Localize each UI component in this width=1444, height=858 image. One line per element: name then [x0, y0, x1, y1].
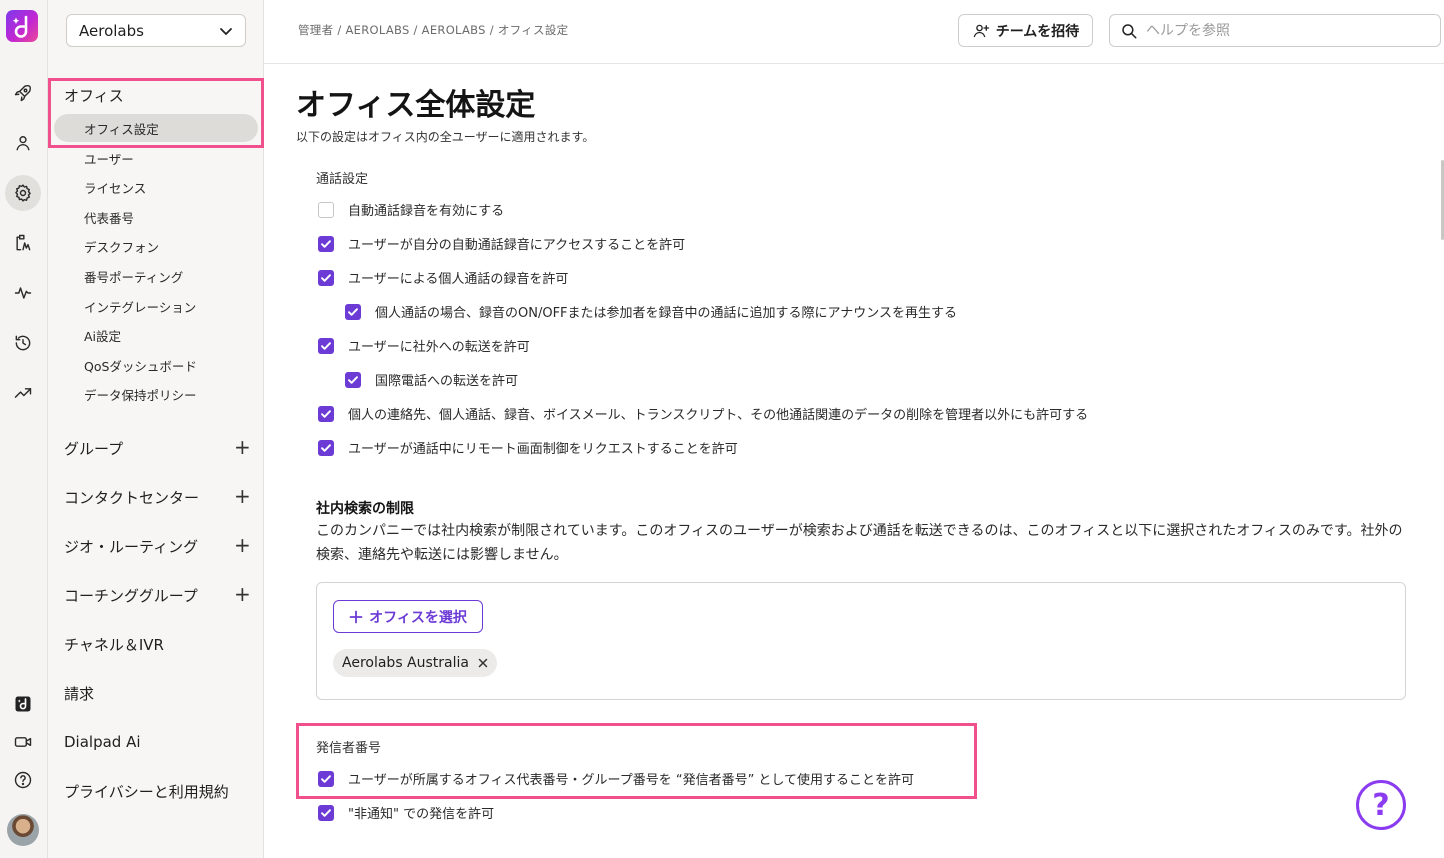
chevron-down-icon [220, 27, 232, 35]
plus-icon[interactable]: + [234, 584, 251, 604]
invite-team-button[interactable]: チームを招待 [958, 14, 1093, 47]
call-settings-label: 通話設定 [316, 172, 369, 187]
setting-remote-screen-control[interactable]: ユーザーが通話中にリモート画面制御をリクエストすることを許可 [318, 438, 738, 457]
invite-team-label: チームを招待 [995, 23, 1080, 40]
select-office-button[interactable]: オフィスを選択 [333, 600, 483, 633]
sidebar-item-contact-centers[interactable]: コンタクトセンター [64, 487, 199, 508]
setting-anonymous-calling[interactable]: "非通知" での発信を許可 [318, 803, 494, 822]
sidebar-item-number-porting[interactable]: 番号ポーティング [84, 267, 183, 286]
checkbox[interactable] [318, 269, 334, 286]
page-title: オフィス全体設定 [296, 88, 536, 123]
help-button[interactable]: ? [1356, 780, 1406, 830]
check-icon [321, 273, 331, 282]
main-content: オフィス全体設定 以下の設定はオフィス内の全ユーザーに適用されます。 通話設定 … [264, 64, 1444, 858]
setting-access-own-recordings[interactable]: ユーザーが自分の自動通話録音にアクセスすることを許可 [318, 234, 685, 253]
search-icon [1122, 23, 1137, 38]
setting-label: ユーザーによる個人通話の録音を許可 [348, 272, 569, 287]
rocket-icon[interactable] [5, 75, 41, 111]
org-select[interactable]: Aerolabs [66, 14, 246, 47]
sidebar-item-channels-ivr[interactable]: チャネル＆IVR [64, 634, 164, 655]
dialpad-ai-icon[interactable] [5, 686, 41, 722]
add-person-icon [973, 24, 989, 37]
check-icon [321, 239, 331, 248]
check-icon [321, 808, 331, 817]
person-icon[interactable] [5, 125, 41, 161]
sidebar-item-ai-settings[interactable]: Ai設定 [84, 326, 121, 345]
checkbox[interactable] [318, 804, 334, 821]
highlight-box [296, 723, 977, 799]
check-icon [348, 307, 358, 316]
sidebar-item-coaching-groups[interactable]: コーチンググループ [64, 585, 198, 606]
office-selection-panel: オフィスを選択 Aerolabs Australia [316, 582, 1406, 700]
checkbox[interactable] [318, 439, 334, 456]
page-subtitle: 以下の設定はオフィス内の全ユーザーに適用されます。 [296, 130, 595, 144]
trend-icon[interactable] [5, 375, 41, 411]
sidebar-item-data-retention[interactable]: データ保持ポリシー [84, 385, 197, 404]
check-icon [321, 341, 331, 350]
gear-icon[interactable] [5, 175, 41, 211]
sidebar-item-desk-phones[interactable]: デスクフォン [84, 237, 159, 256]
setting-label: ユーザーが自分の自動通話録音にアクセスすることを許可 [348, 238, 686, 253]
activity-icon[interactable] [5, 275, 41, 311]
setting-recording-announcement[interactable]: 個人通話の場合、録音のON/OFFまたは参加者を録音中の通話に追加する際にアナウ… [345, 302, 957, 321]
select-office-label: オフィスを選択 [369, 609, 467, 626]
setting-label: "非通知" での発信を許可 [348, 807, 495, 822]
admin-sidebar: Aerolabs オフィス オフィス設定 ユーザー ライセンス 代表番号 デスク… [48, 0, 264, 858]
setting-label: ユーザーに社外への転送を許可 [348, 340, 530, 355]
dialpad-logo-icon[interactable] [6, 10, 38, 42]
breadcrumb[interactable]: 管理者 / AEROLABS / AEROLABS / オフィス設定 [298, 22, 568, 38]
office-chip-label: Aerolabs Australia [342, 655, 469, 671]
checkbox[interactable] [318, 235, 334, 252]
sidebar-item-groups[interactable]: グループ [64, 438, 123, 459]
plus-icon [349, 610, 363, 623]
search-restriction-title: 社内検索の制限 [316, 501, 414, 517]
sidebar-item-users[interactable]: ユーザー [84, 149, 134, 168]
check-icon [348, 375, 358, 384]
sidebar-item-privacy-terms[interactable]: プライバシーと利用規約 [64, 781, 229, 802]
top-header: 管理者 / AEROLABS / AEROLABS / オフィス設定 チームを招… [264, 0, 1444, 64]
setting-label: ユーザーが通話中にリモート画面制御をリクエストすることを許可 [348, 442, 738, 457]
setting-label: 自動通話録音を有効にする [348, 204, 505, 219]
close-icon[interactable] [478, 658, 488, 668]
avatar[interactable] [7, 814, 39, 846]
plus-icon[interactable]: + [234, 486, 251, 506]
check-icon [321, 443, 331, 452]
plus-icon[interactable]: + [234, 437, 251, 457]
check-icon [321, 409, 331, 418]
setting-data-deletion[interactable]: 個人の連絡先、個人通話、録音、ボイスメール、トランスクリプト、その他通話関連のデ… [318, 404, 1088, 423]
sidebar-item-licenses[interactable]: ライセンス [84, 178, 146, 197]
checkbox[interactable] [318, 201, 334, 218]
app-rail [0, 0, 48, 858]
sidebar-item-qos-dashboard[interactable]: QoSダッシュボード [84, 356, 197, 375]
setting-international-forwarding[interactable]: 国際電話への転送を許可 [345, 370, 518, 389]
history-icon[interactable] [5, 325, 41, 361]
setting-label: 個人の連絡先、個人通話、録音、ボイスメール、トランスクリプト、その他通話関連のデ… [348, 408, 1089, 423]
checkbox[interactable] [318, 337, 334, 354]
help-circle-icon[interactable] [5, 762, 41, 798]
setting-personal-call-recording[interactable]: ユーザーによる個人通話の録音を許可 [318, 268, 568, 287]
sidebar-item-integrations[interactable]: インテグレーション [84, 297, 196, 316]
checkbox[interactable] [345, 303, 361, 320]
sidebar-item-dialpad-ai[interactable]: Dialpad Ai [64, 733, 141, 751]
search-restriction-description: このカンパニーでは社内検索が制限されています。このオフィスのユーザーが検索および… [316, 523, 1403, 563]
help-search[interactable] [1109, 14, 1441, 47]
contact-center-icon[interactable] [5, 225, 41, 261]
setting-label: 国際電話への転送を許可 [375, 374, 519, 389]
sidebar-item-billing[interactable]: 請求 [64, 683, 94, 704]
checkbox[interactable] [345, 371, 361, 388]
setting-auto-recording[interactable]: 自動通話録音を有効にする [318, 200, 504, 219]
search-input[interactable] [1146, 22, 1406, 39]
org-select-value: Aerolabs [79, 21, 144, 40]
sidebar-item-main-numbers[interactable]: 代表番号 [84, 208, 134, 227]
plus-icon[interactable]: + [234, 535, 251, 555]
office-chip: Aerolabs Australia [333, 649, 497, 677]
video-icon[interactable] [5, 724, 41, 760]
sidebar-item-geo-routing[interactable]: ジオ・ルーティング [64, 536, 198, 557]
setting-label: 個人通話の場合、録音のON/OFFまたは参加者を録音中の通話に追加する際にアナウ… [375, 306, 958, 321]
highlight-box [48, 78, 264, 148]
setting-external-forwarding[interactable]: ユーザーに社外への転送を許可 [318, 336, 530, 355]
checkbox[interactable] [318, 405, 334, 422]
